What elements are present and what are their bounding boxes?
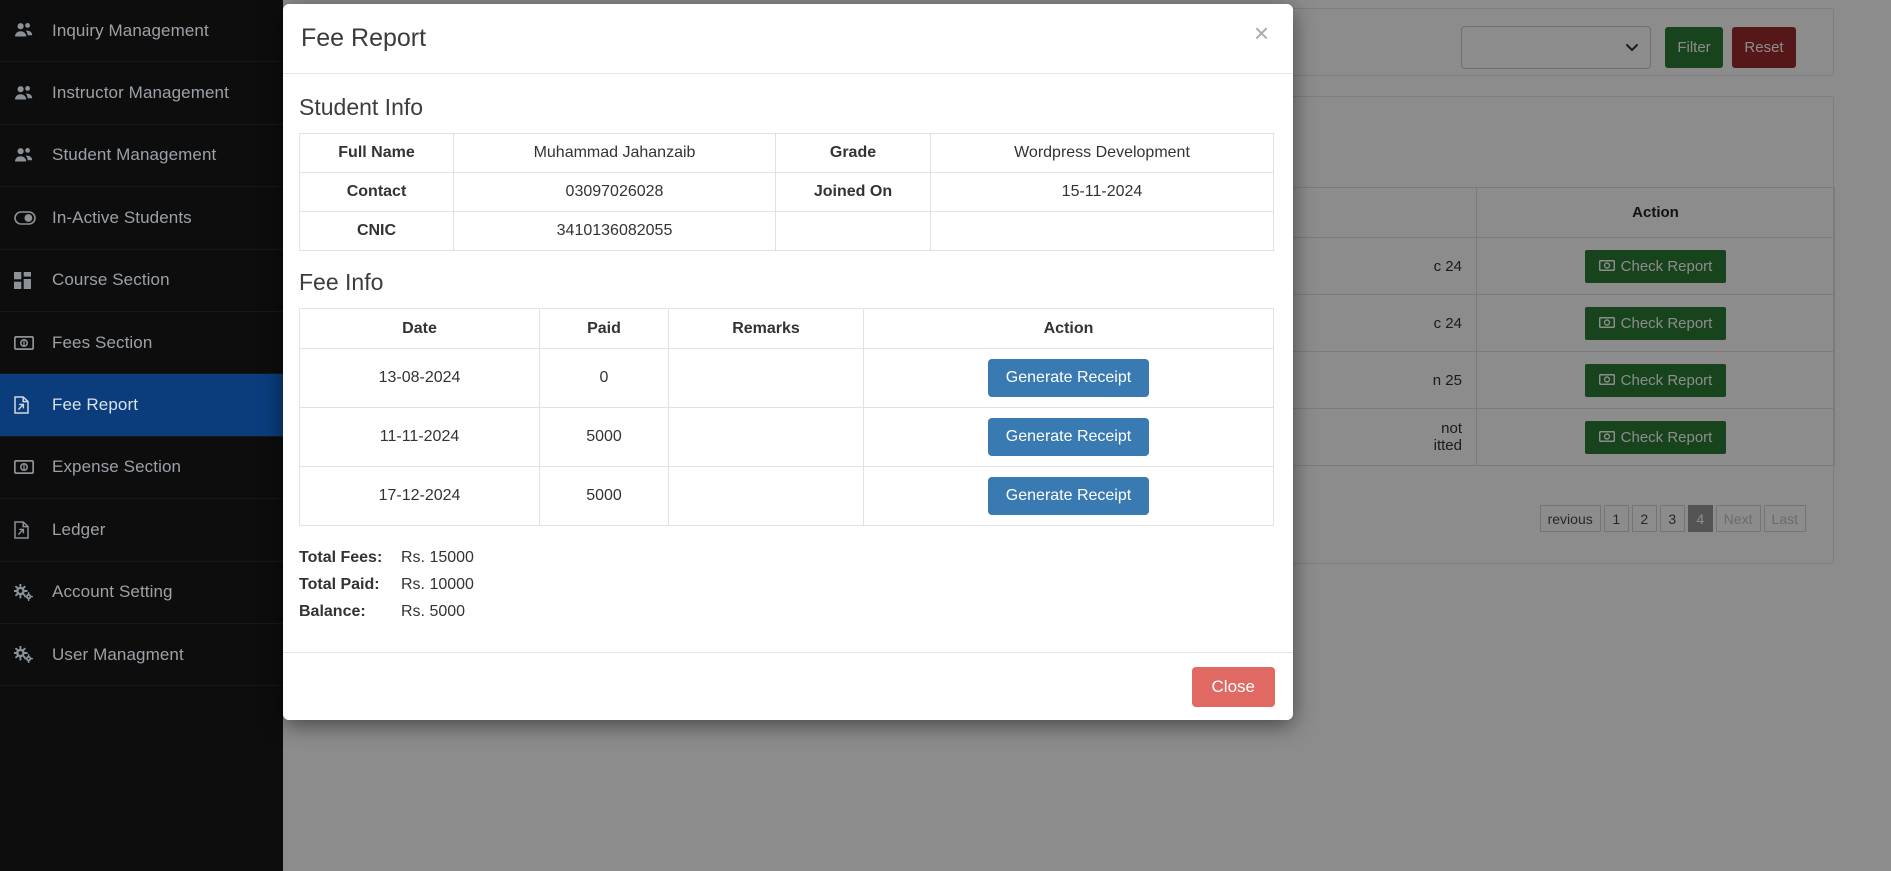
fee-info-heading: Fee Info [299, 269, 1277, 296]
total-label: Total Fees: [299, 544, 395, 571]
fee-cell-remarks [669, 467, 864, 526]
fee-cell-remarks [669, 349, 864, 408]
generate-receipt-button[interactable]: Generate Receipt [988, 418, 1149, 456]
fee-cell-date: 17-12-2024 [300, 467, 540, 526]
total-value: Rs. 10000 [395, 571, 474, 598]
sidebar-item-label: Course Section [52, 270, 170, 290]
student-value-1: Muhammad Jahanzaib [454, 134, 776, 173]
student-value-1: 3410136082055 [454, 212, 776, 251]
student-info-row: CNIC3410136082055 [300, 212, 1274, 251]
sidebar-item-label: Student Management [52, 145, 216, 165]
sidebar: Inquiry Management Instructor Management S… [0, 0, 283, 871]
sidebar-item-in-active-students[interactable]: In-Active Students [0, 187, 283, 249]
student-label-2 [776, 212, 931, 251]
sidebar-item-instructor-management[interactable]: Instructor Management [0, 62, 283, 124]
fee-cell-action: Generate Receipt [864, 408, 1274, 467]
sidebar-item-label: Ledger [52, 520, 106, 540]
student-info-row: Full NameMuhammad JahanzaibGradeWordpres… [300, 134, 1274, 173]
sidebar-item-label: Instructor Management [52, 83, 229, 103]
users-icon [14, 22, 44, 39]
money-icon [14, 336, 44, 350]
fee-cell-paid: 5000 [540, 467, 669, 526]
sidebar-item-ledger[interactable]: Ledger [0, 499, 283, 561]
student-label-1: Full Name [300, 134, 454, 173]
fee-info-table: Date Paid Remarks Action 13-08-20240 Gene… [299, 308, 1274, 526]
student-info-table: Full NameMuhammad JahanzaibGradeWordpres… [299, 133, 1274, 251]
student-info-row: Contact03097026028Joined On15-11-2024 [300, 173, 1274, 212]
student-value-2: Wordpress Development [931, 134, 1274, 173]
fee-row: 13-08-20240 Generate Receipt [300, 349, 1274, 408]
sidebar-item-account-setting[interactable]: Account Setting [0, 562, 283, 624]
sidebar-item-label: User Managment [52, 645, 184, 665]
file-pdf-icon [14, 521, 44, 539]
fee-row: 11-11-20245000 Generate Receipt [300, 408, 1274, 467]
money-icon [14, 460, 44, 474]
sidebar-item-label: Fees Section [52, 333, 152, 353]
sidebar-item-label: Expense Section [52, 457, 181, 477]
generate-receipt-button[interactable]: Generate Receipt [988, 477, 1149, 515]
total-label: Balance: [299, 598, 395, 625]
sidebar-item-label: Inquiry Management [52, 21, 209, 41]
toggle-icon [14, 211, 44, 225]
gears-icon [14, 584, 44, 601]
sidebar-item-label: In-Active Students [52, 208, 192, 228]
total-value: Rs. 15000 [395, 544, 474, 571]
student-label-2: Joined On [776, 173, 931, 212]
student-value-2: 15-11-2024 [931, 173, 1274, 212]
file-pdf-icon [14, 396, 44, 414]
generate-receipt-button[interactable]: Generate Receipt [988, 359, 1149, 397]
student-value-2 [931, 212, 1274, 251]
app-root: Inquiry Management Instructor Management S… [0, 0, 1891, 871]
fee-column-paid: Paid [540, 309, 669, 349]
total-label: Total Paid: [299, 571, 395, 598]
student-label-1: Contact [300, 173, 454, 212]
sidebar-item-fee-report[interactable]: Fee Report [0, 374, 283, 436]
fee-cell-remarks [669, 408, 864, 467]
totals-block: Total Fees:Rs. 15000Total Paid:Rs. 10000… [299, 544, 1277, 625]
sidebar-item-inquiry-management[interactable]: Inquiry Management [0, 0, 283, 62]
fee-row: 17-12-20245000 Generate Receipt [300, 467, 1274, 526]
users-icon [14, 85, 44, 102]
modal-body: Student Info Full NameMuhammad Jahanzaib… [283, 74, 1293, 652]
total-row: Total Fees:Rs. 15000 [299, 544, 1277, 571]
fee-cell-action: Generate Receipt [864, 467, 1274, 526]
sidebar-item-fees-section[interactable]: Fees Section [0, 312, 283, 374]
fee-report-modal: Fee Report × Student Info Full NameMuham… [283, 4, 1293, 720]
total-row: Balance:Rs. 5000 [299, 598, 1277, 625]
fee-cell-date: 11-11-2024 [300, 408, 540, 467]
sidebar-item-course-section[interactable]: Course Section [0, 250, 283, 312]
total-row: Total Paid:Rs. 10000 [299, 571, 1277, 598]
fee-cell-paid: 0 [540, 349, 669, 408]
total-value: Rs. 5000 [395, 598, 465, 625]
sidebar-item-expense-section[interactable]: Expense Section [0, 437, 283, 499]
fee-header-row: Date Paid Remarks Action [300, 309, 1274, 349]
fee-column-date: Date [300, 309, 540, 349]
student-label-1: CNIC [300, 212, 454, 251]
fee-column-action: Action [864, 309, 1274, 349]
student-value-1: 03097026028 [454, 173, 776, 212]
fee-cell-paid: 5000 [540, 408, 669, 467]
sidebar-item-student-management[interactable]: Student Management [0, 125, 283, 187]
close-button[interactable]: Close [1192, 667, 1275, 707]
fee-cell-date: 13-08-2024 [300, 349, 540, 408]
student-label-2: Grade [776, 134, 931, 173]
student-info-heading: Student Info [299, 94, 1277, 121]
close-icon[interactable]: × [1248, 22, 1275, 44]
fee-cell-action: Generate Receipt [864, 349, 1274, 408]
modal-header: Fee Report × [283, 4, 1293, 74]
users-icon [14, 147, 44, 164]
gears-icon [14, 646, 44, 663]
modal-title: Fee Report [301, 24, 426, 53]
modal-footer: Close [283, 652, 1293, 720]
sidebar-item-user-managment[interactable]: User Managment [0, 624, 283, 686]
sidebar-item-label: Account Setting [52, 582, 173, 602]
grid-icon [14, 272, 44, 289]
fee-column-remarks: Remarks [669, 309, 864, 349]
sidebar-item-label: Fee Report [52, 395, 138, 415]
